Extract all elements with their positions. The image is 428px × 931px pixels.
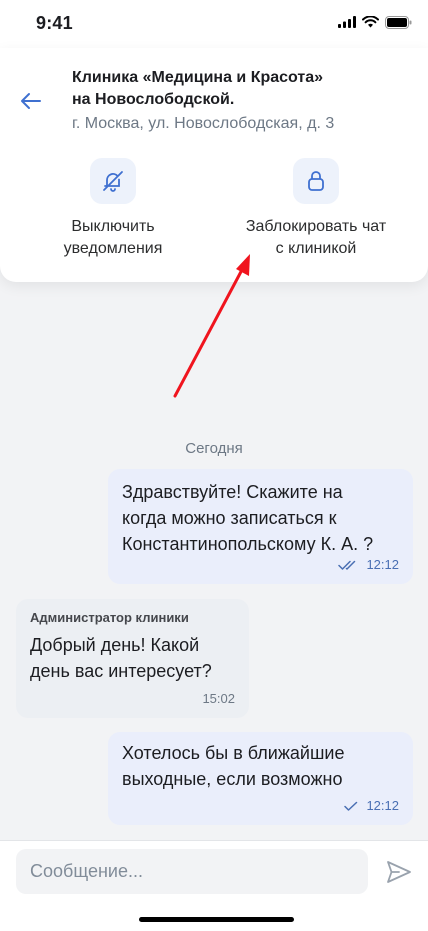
outgoing-message[interactable]: Здравствуйте! Скажите на когда можно зап… (108, 469, 413, 584)
sender-name: Администратор клиники (30, 610, 189, 625)
message-text: Здравствуйте! Скажите на когда можно зап… (122, 479, 399, 557)
mute-label-line1: Выключить (71, 218, 155, 235)
send-button[interactable] (384, 857, 414, 887)
outgoing-message[interactable]: Хотелось бы в ближайшие выходные, если в… (108, 732, 413, 825)
message-meta: 15:02 (202, 691, 235, 706)
message-line: когда можно записаться к (122, 508, 337, 528)
message-line: Здравствуйте! Скажите на (122, 482, 343, 502)
message-meta: 12:12 (338, 557, 399, 572)
lock-icon (308, 171, 324, 191)
mute-label-line2: уведомления (63, 240, 163, 257)
mute-label: Выключить уведомления (64, 216, 163, 260)
message-input[interactable] (16, 849, 368, 894)
message-time: 12:12 (366, 557, 399, 572)
message-text: Добрый день! Какой день вас интересует? (30, 632, 235, 684)
date-separator: Сегодня (185, 440, 243, 457)
status-bar: 9:41 (0, 0, 428, 48)
block-chat-button[interactable]: Заблокировать чат с клиникой (216, 158, 416, 260)
battery-icon (385, 15, 412, 29)
lock-icon-container (293, 158, 339, 204)
block-label: Заблокировать чат с клиникой (246, 216, 386, 260)
message-line: Хотелось бы в ближайшие (122, 743, 345, 763)
status-icons (338, 15, 412, 29)
cellular-signal-icon (338, 16, 356, 28)
chat-header: Клиника «Медицина и Красота» на Новослоб… (0, 48, 428, 282)
send-icon (387, 861, 411, 883)
home-indicator (139, 917, 294, 922)
clinic-address: г. Москва, ул. Новослободская, д. 3 (72, 115, 335, 132)
mute-icon-container (90, 158, 136, 204)
message-time: 12:12 (366, 798, 399, 813)
check-icon (344, 801, 358, 811)
message-line: Добрый день! Какой (30, 635, 200, 655)
message-line: день вас интересует? (30, 661, 212, 681)
block-label-line1: Заблокировать чат (245, 218, 387, 235)
message-line: Константинопольскому К. А. ? (122, 534, 374, 554)
arrow-left-icon (21, 93, 41, 109)
clinic-name-line1: Клиника «Медицина и Красота» (72, 69, 324, 86)
message-line: выходные, если возможно (122, 769, 343, 789)
bell-off-icon (103, 171, 123, 192)
block-label-line2: с клиникой (275, 240, 357, 257)
message-text: Хотелось бы в ближайшие выходные, если в… (122, 740, 399, 792)
message-time: 15:02 (202, 691, 235, 706)
back-button[interactable] (16, 86, 46, 116)
clinic-name-line2: на Новослободской. (72, 91, 235, 108)
mute-notifications-button[interactable]: Выключить уведомления (13, 158, 213, 260)
incoming-message[interactable]: Администратор клиники Добрый день! Какой… (16, 599, 249, 718)
double-check-icon (338, 560, 356, 570)
clinic-name[interactable]: Клиника «Медицина и Красота» на Новослоб… (72, 67, 392, 111)
wifi-icon (362, 16, 379, 28)
status-time: 9:41 (36, 13, 73, 33)
message-meta: 12:12 (344, 798, 399, 813)
